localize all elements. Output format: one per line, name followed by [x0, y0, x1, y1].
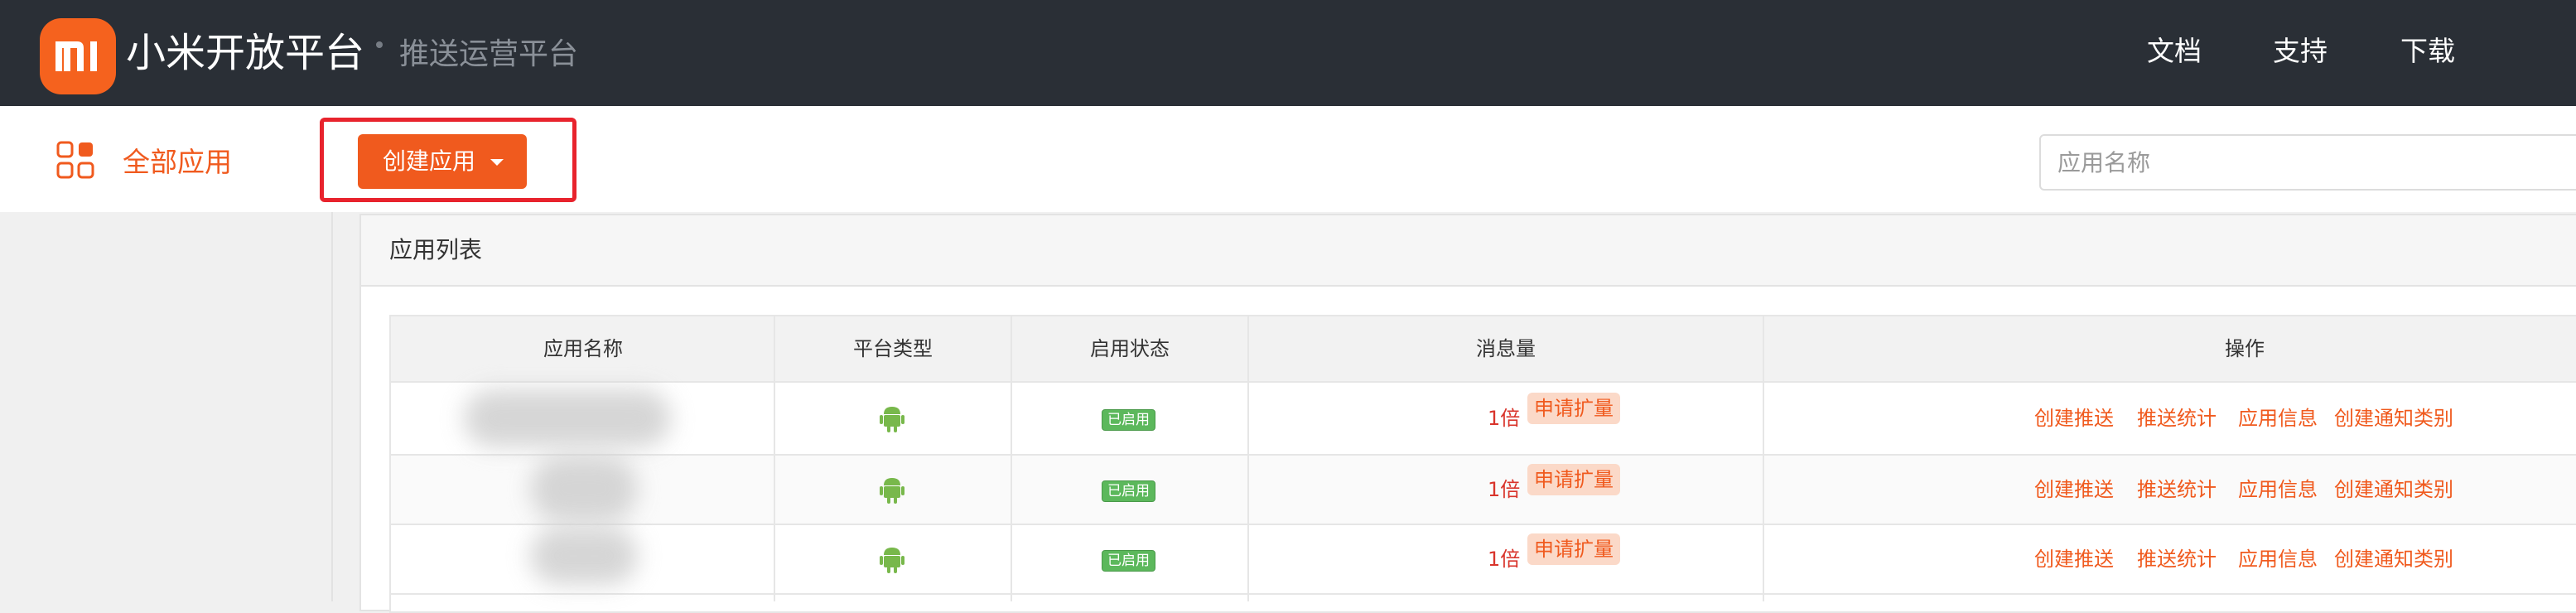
column-divider [1247, 315, 1249, 601]
app-info-link[interactable]: 应用信息 [2238, 545, 2318, 573]
app-info-link[interactable]: 应用信息 [2238, 475, 2318, 504]
push-stats-link[interactable]: 推送统计 [2137, 475, 2217, 504]
nav-support[interactable]: 支持 [2273, 33, 2328, 70]
all-apps-link[interactable]: 全部应用 [123, 144, 232, 181]
col-header-app-name: 应用名称 [543, 337, 623, 360]
create-app-label: 创建应用 [383, 147, 476, 175]
col-header-status: 启用状态 [1090, 337, 1170, 360]
create-app-button[interactable]: 创建应用 [358, 134, 527, 189]
col-header-actions: 操作 [2225, 337, 2265, 360]
apply-expand-button[interactable]: 申请扩量 [1527, 393, 1620, 424]
apply-expand-button[interactable]: 申请扩量 [1527, 464, 1620, 495]
push-stats-link[interactable]: 推送统计 [2137, 545, 2217, 573]
row-divider [389, 593, 2576, 595]
brand-subtitle: 推送运营平台 [399, 37, 579, 71]
message-multiplier: 1倍 [1488, 407, 1521, 430]
push-stats-link[interactable]: 推送统计 [2137, 404, 2217, 432]
nav-docs[interactable]: 文档 [2147, 33, 2202, 70]
row-divider [389, 524, 2576, 525]
app-name-redacted [530, 527, 638, 585]
status-badge: 已启用 [1102, 480, 1155, 502]
create-notification-category-link[interactable]: 创建通知类别 [2334, 475, 2453, 504]
column-divider [1763, 315, 1764, 601]
brand-title[interactable]: 小米开放平台 [126, 28, 364, 78]
brand-separator [376, 41, 383, 48]
create-push-link[interactable]: 创建推送 [2034, 404, 2114, 432]
nav-download[interactable]: 下载 [2400, 33, 2455, 70]
col-header-message-volume: 消息量 [1476, 337, 1536, 360]
caret-down-icon [490, 159, 504, 166]
column-divider [774, 315, 775, 601]
create-push-link[interactable]: 创建推送 [2034, 475, 2114, 504]
android-icon [880, 407, 904, 432]
column-divider [1011, 315, 1012, 601]
col-header-platform: 平台类型 [853, 337, 933, 360]
app-info-link[interactable]: 应用信息 [2238, 404, 2318, 432]
status-badge: 已启用 [1102, 409, 1155, 431]
mi-logo[interactable] [40, 18, 116, 94]
create-push-link[interactable]: 创建推送 [2034, 545, 2114, 573]
message-multiplier: 1倍 [1488, 478, 1521, 501]
android-icon [880, 478, 904, 504]
row-divider [389, 454, 2576, 456]
create-notification-category-link[interactable]: 创建通知类别 [2334, 545, 2453, 573]
create-notification-category-link[interactable]: 创建通知类别 [2334, 404, 2453, 432]
mi-logo-icon [55, 41, 97, 71]
apply-expand-button[interactable]: 申请扩量 [1527, 533, 1620, 565]
panel-header [359, 214, 2576, 287]
status-badge: 已启用 [1102, 550, 1155, 572]
panel-title: 应用列表 [389, 236, 483, 263]
grid-icon[interactable] [56, 141, 94, 179]
app-name-search-input[interactable] [2039, 134, 2576, 191]
app-name-redacted [464, 389, 671, 447]
left-sidebar [0, 212, 333, 601]
android-icon [880, 548, 904, 573]
message-multiplier: 1倍 [1488, 548, 1521, 571]
app-name-redacted [530, 456, 638, 522]
